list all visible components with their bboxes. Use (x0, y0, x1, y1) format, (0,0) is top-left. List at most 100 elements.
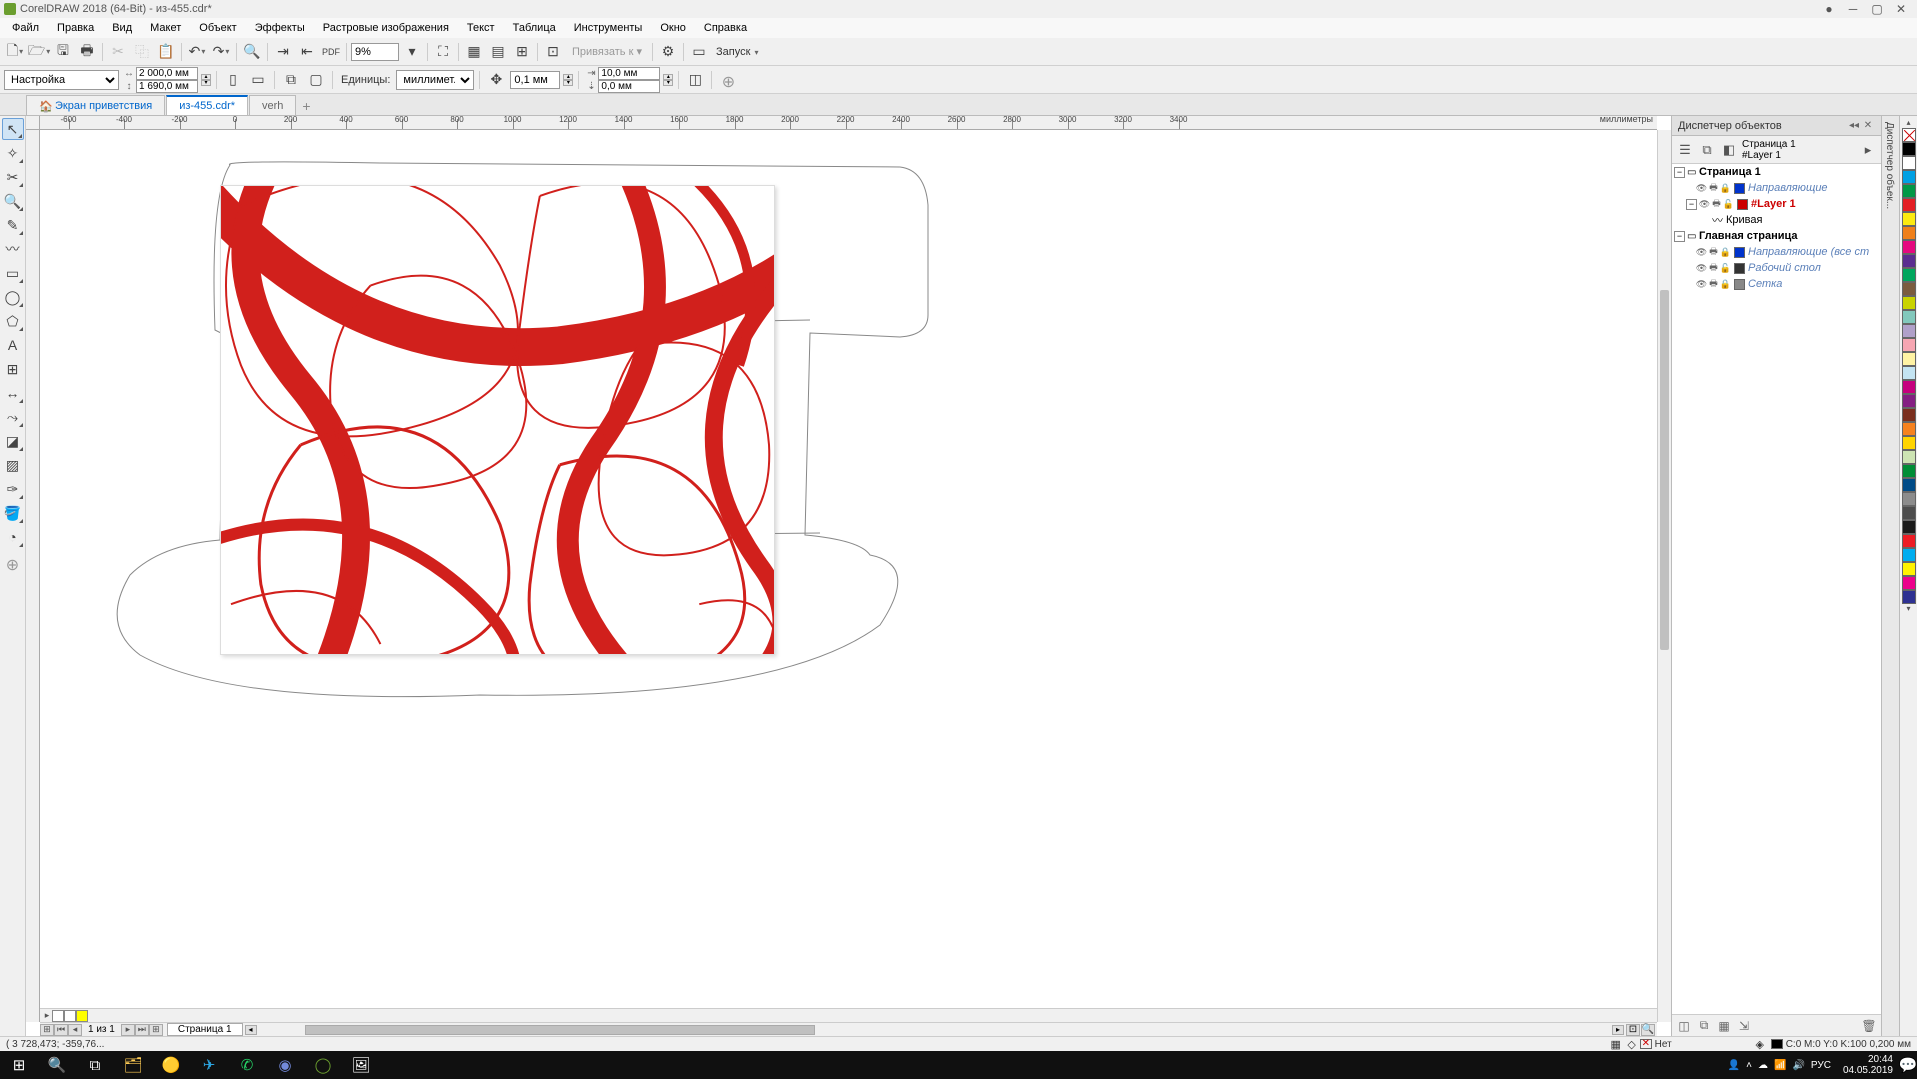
first-page-button[interactable]: ⏮ (54, 1024, 68, 1036)
dropshadow-tool[interactable]: ◪ (2, 430, 24, 452)
palette-down[interactable]: ▾ (1906, 604, 1910, 614)
tray-lang[interactable]: РУС (1811, 1060, 1831, 1071)
palette-swatch[interactable] (1902, 478, 1916, 492)
palette-swatch[interactable] (1902, 254, 1916, 268)
transparency-tool[interactable]: ▨ (2, 454, 24, 476)
palette-swatch[interactable] (1902, 324, 1916, 338)
palette-swatch[interactable] (1902, 590, 1916, 604)
crop-tool[interactable]: ✂ (2, 166, 24, 188)
rectangle-tool[interactable]: ▭ (2, 262, 24, 284)
tab-doc1[interactable]: из-455.cdr* (166, 95, 248, 115)
ellipse-tool[interactable]: ◯ (2, 286, 24, 308)
new-layer-icon[interactable]: ◫ (1676, 1018, 1692, 1034)
polygon-tool[interactable]: ⬠ (2, 310, 24, 332)
palette-swatch[interactable] (1902, 380, 1916, 394)
hscroll-right[interactable]: ▸ (1612, 1025, 1624, 1035)
portrait-button[interactable]: ▯ (222, 69, 244, 91)
print-button[interactable]: 🖶 (76, 41, 98, 63)
palette-swatch[interactable] (1902, 338, 1916, 352)
current-page-button[interactable]: ▢ (305, 69, 327, 91)
palette-swatch[interactable] (1902, 464, 1916, 478)
palette-swatch[interactable] (1902, 198, 1916, 212)
search-content-button[interactable]: 🔍 (241, 41, 263, 63)
cut-button[interactable]: ✂ (107, 41, 129, 63)
taskbar-whatsapp[interactable]: ✆ (228, 1051, 266, 1079)
palette-swatch[interactable] (1902, 310, 1916, 324)
show-rulers-button[interactable]: ▦ (463, 41, 485, 63)
redo-button[interactable]: ↷▾ (210, 41, 232, 63)
docker-close-icon[interactable]: ✕ (1861, 120, 1875, 131)
palette-swatch[interactable] (1902, 142, 1916, 156)
open-button[interactable]: 🗁▾ (28, 41, 50, 63)
search-button[interactable]: 🔍 (38, 1051, 76, 1079)
new-master-layer-all-icon[interactable]: ▦ (1716, 1018, 1732, 1034)
system-tray[interactable]: 👤 ˄ ☁ 📶 🔊 РУС (1728, 1060, 1837, 1071)
close-button[interactable]: ✕ (1889, 2, 1913, 16)
palette-up[interactable]: ▴ (1906, 118, 1910, 128)
palette-swatch[interactable] (1902, 366, 1916, 380)
import-button[interactable]: ⇥ (272, 41, 294, 63)
menu-text[interactable]: Текст (459, 20, 503, 36)
menu-table[interactable]: Таблица (505, 20, 564, 36)
palette-swatch[interactable] (1902, 282, 1916, 296)
options-button[interactable]: ⚙ (657, 41, 679, 63)
tray-people-icon[interactable]: 👤 (1728, 1060, 1740, 1071)
table-tool[interactable]: ⊞ (2, 358, 24, 380)
horizontal-scrollbar[interactable]: ◂ ▸ (245, 1025, 1624, 1035)
tree-page1[interactable]: − ▭ Страница 1 (1672, 164, 1881, 180)
zoom-level-input[interactable] (351, 43, 399, 61)
outline-swatch[interactable] (1771, 1039, 1783, 1049)
zoom-dropdown[interactable]: ▾ (401, 41, 423, 63)
tray-up-icon[interactable]: ˄ (1746, 1060, 1752, 1071)
menu-object[interactable]: Объект (191, 20, 244, 36)
menu-layout[interactable]: Макет (142, 20, 189, 36)
tree-toggle-layer1[interactable]: − (1686, 199, 1697, 210)
add-page-button[interactable]: ⊞ (40, 1024, 54, 1036)
tray-volume-icon[interactable]: 🔊 (1792, 1060, 1804, 1071)
tree-guides-all[interactable]: 👁🖶🔒 Направляющие (все ст (1672, 244, 1881, 260)
menu-effects[interactable]: Эффекты (247, 20, 313, 36)
palette-swatch[interactable] (1902, 226, 1916, 240)
landscape-button[interactable]: ▭ (247, 69, 269, 91)
palette-swatch[interactable] (1902, 436, 1916, 450)
palette-swatch[interactable] (1902, 506, 1916, 520)
taskbar-photos[interactable]: 🖼 (342, 1051, 380, 1079)
snap-off-button[interactable]: ⊡ (542, 41, 564, 63)
docker-menu-icon[interactable]: ▸ (1859, 141, 1877, 159)
launch-icon[interactable]: ▭ (688, 41, 710, 63)
dup-x-input[interactable] (598, 67, 660, 80)
fullscreen-button[interactable]: ⛶ (432, 41, 454, 63)
zoom-tool-button[interactable]: 🔍 (1641, 1024, 1655, 1036)
start-button[interactable]: ⊞ (0, 1051, 38, 1079)
palette-swatch[interactable] (1902, 422, 1916, 436)
show-guides-button[interactable]: ⊞ (511, 41, 533, 63)
tree-grid[interactable]: 👁🖶🔒 Сетка (1672, 276, 1881, 292)
paste-button[interactable]: 📋 (155, 41, 177, 63)
palette-swatch[interactable] (1902, 240, 1916, 254)
docker-titlebar[interactable]: Диспетчер объектов ◂◂ ✕ (1672, 116, 1881, 136)
taskbar-explorer[interactable]: 🗂 (114, 1051, 152, 1079)
add-tool-button[interactable]: ⊕ (2, 554, 24, 576)
palette-none[interactable] (1902, 128, 1916, 142)
export-button[interactable]: ⇤ (296, 41, 318, 63)
ruler-origin[interactable] (26, 116, 40, 130)
show-grid-button[interactable]: ▤ (487, 41, 509, 63)
new-button[interactable]: 🗋▾ (4, 41, 26, 63)
copy-button[interactable]: ⿻ (131, 41, 153, 63)
object-tree[interactable]: − ▭ Страница 1 👁🖶🔒 Направляющие − 👁🖶🔓 #L… (1672, 164, 1881, 1014)
palette-swatch[interactable] (1902, 520, 1916, 534)
text-tool[interactable]: A (2, 334, 24, 356)
notification-button[interactable]: 💬 (1899, 1051, 1917, 1079)
eyedropper-tool[interactable]: ✑ (2, 478, 24, 500)
tree-toggle-master[interactable]: − (1674, 231, 1685, 242)
tray-wifi-icon[interactable]: 📶 (1774, 1060, 1786, 1071)
artistic-media-tool[interactable]: 〰 (2, 238, 24, 260)
drawing-canvas[interactable] (40, 130, 1657, 1022)
swatch-none[interactable] (52, 1010, 64, 1022)
palette-swatch[interactable] (1902, 492, 1916, 506)
launch-dropdown[interactable]: Запуск ▾ (712, 46, 763, 58)
palette-swatch[interactable] (1902, 450, 1916, 464)
swatch-white[interactable] (64, 1010, 76, 1022)
palette-swatch[interactable] (1902, 352, 1916, 366)
palette-swatch[interactable] (1902, 296, 1916, 310)
